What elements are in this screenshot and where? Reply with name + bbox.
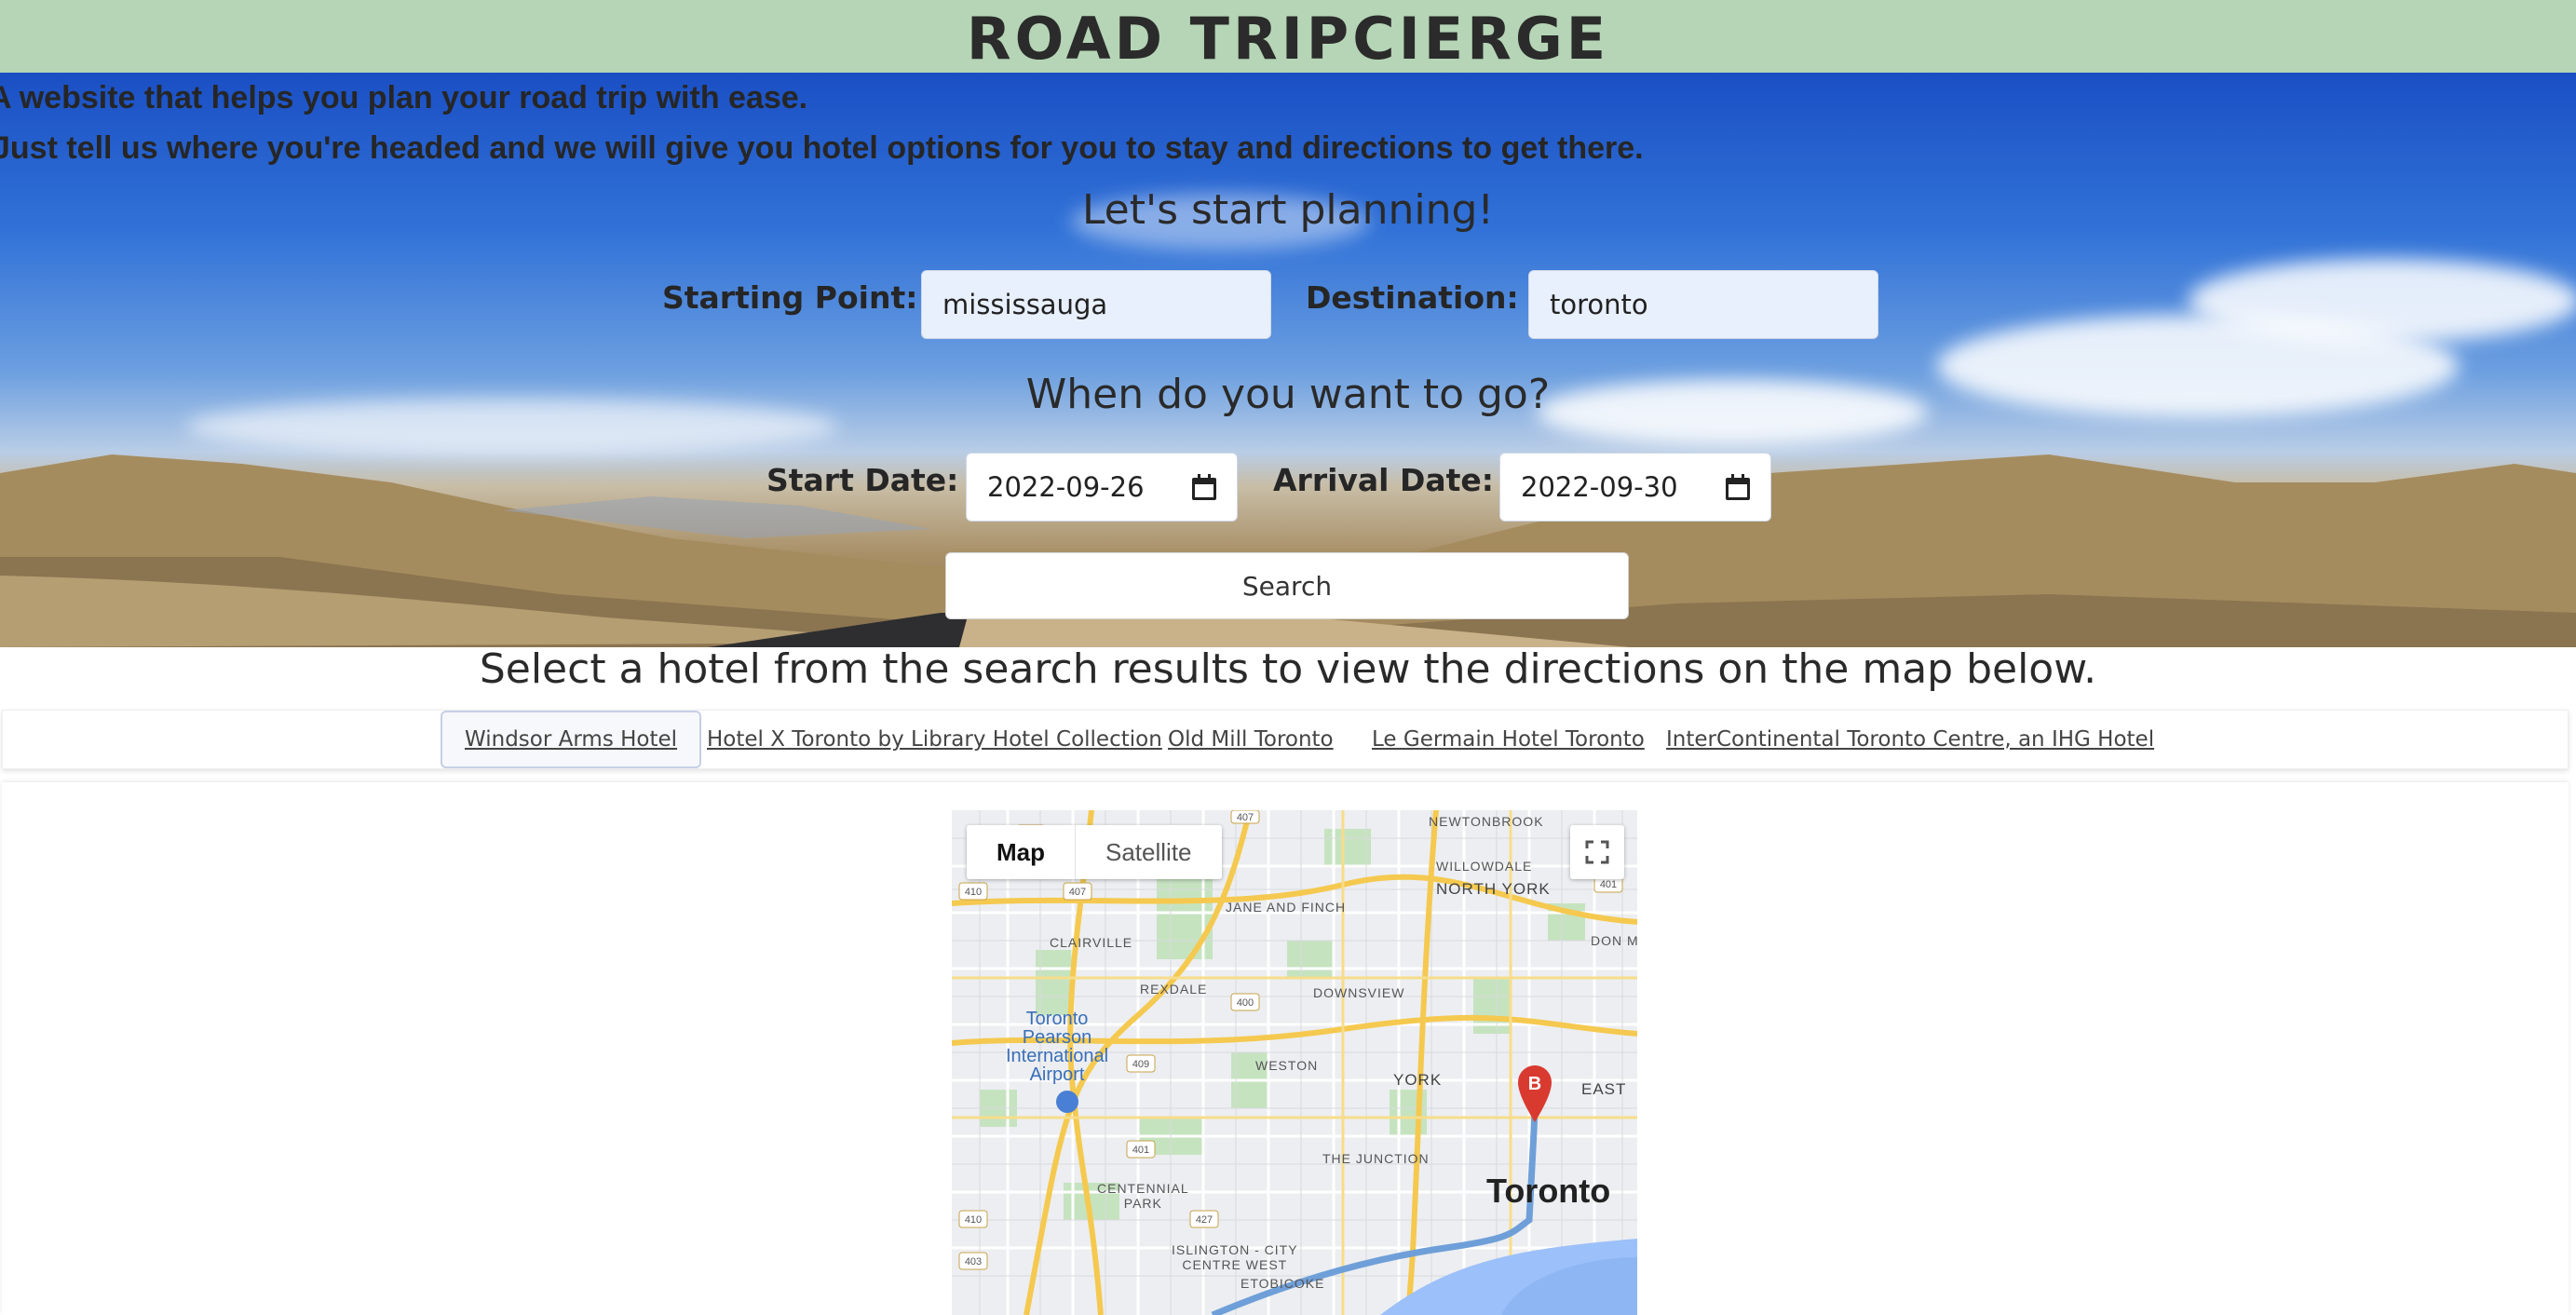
map-label-newtonbrook: NEWTONBROOK xyxy=(1429,814,1544,829)
destination-label: Destination: xyxy=(1306,279,1519,316)
fullscreen-button[interactable] xyxy=(1570,825,1624,879)
intro-line-1: A website that helps you plan your road … xyxy=(0,80,808,115)
map-label-downsview: DOWNSVIEW xyxy=(1313,985,1405,1000)
map-label-etobicoke: ETOBICOKE xyxy=(1241,1276,1325,1291)
start-date-value: 2022-09-26 xyxy=(987,471,1145,503)
hotel-results-tabs: Windsor Arms Hotel Hotel X Toronto by Li… xyxy=(2,710,2569,769)
site-header: ROAD TRIPCIERGE xyxy=(0,0,2576,73)
map-label-rexdale: REXDALE xyxy=(1140,982,1208,996)
hwy-407-label: 407 xyxy=(1237,812,1254,823)
map-label-airport: Toronto Pearson International Airport xyxy=(1006,1009,1109,1085)
map-label-east: EAST xyxy=(1581,1080,1627,1098)
hwy-427-label: 427 xyxy=(1196,1214,1213,1226)
destination-value: toronto xyxy=(1550,289,1648,320)
hotel-tab-intercontinental[interactable]: InterContinental Toronto Centre, an IHG … xyxy=(1666,711,2154,768)
hwy-401-label: 401 xyxy=(1600,879,1617,890)
map-label-york: YORK xyxy=(1393,1071,1443,1089)
marker-label: B xyxy=(1528,1074,1541,1094)
hwy-400-label: 400 xyxy=(1237,997,1254,1009)
destination-input[interactable]: toronto xyxy=(1528,270,1878,339)
start-date-label: Start Date: xyxy=(766,462,959,498)
map-label-north-york: NORTH YORK xyxy=(1436,880,1551,898)
map-label-the-junction: THE JUNCTION xyxy=(1322,1151,1430,1166)
hwy-409-label: 409 xyxy=(1132,1059,1149,1070)
calendar-icon[interactable] xyxy=(1192,474,1216,500)
map-label-weston: WESTON xyxy=(1255,1058,1319,1073)
map-label-don: DON M xyxy=(1591,933,1637,948)
map-type-satellite-button[interactable]: Satellite xyxy=(1076,825,1222,879)
map-label-toronto: Toronto xyxy=(1486,1172,1611,1210)
hwy-403-label: 403 xyxy=(965,1256,982,1268)
planning-heading: Let's start planning! xyxy=(1081,186,1495,234)
starting-point-label: Starting Point: xyxy=(662,279,918,316)
when-heading: When do you want to go? xyxy=(1025,371,1551,418)
starting-point-value: mississauga xyxy=(942,289,1108,320)
site-title: ROAD TRIPCIERGE xyxy=(966,5,1610,73)
intro-line-2: Just tell us where you're headed and we … xyxy=(0,130,1644,166)
hwy-401-label: 401 xyxy=(1132,1145,1149,1156)
starting-point-input[interactable]: mississauga xyxy=(921,270,1271,339)
airport-icon xyxy=(1056,1091,1078,1113)
directions-map[interactable]: B 407 407 400 50 409 401 427 410 410 403… xyxy=(952,810,1637,1315)
start-date-input[interactable]: 2022-09-26 xyxy=(966,453,1238,522)
select-hotel-message: Select a hotel from the search results t… xyxy=(479,645,2097,693)
map-type-control: Map Satellite xyxy=(967,825,1222,879)
map-label-willowdale: WILLOWDALE xyxy=(1436,859,1533,874)
hotel-tab-old-mill[interactable]: Old Mill Toronto xyxy=(1168,711,1334,768)
fullscreen-icon xyxy=(1585,840,1609,864)
hotel-tab-windsor-arms[interactable]: Windsor Arms Hotel xyxy=(441,711,702,768)
hwy-410-label: 410 xyxy=(965,887,982,898)
arrival-date-input[interactable]: 2022-09-30 xyxy=(1499,453,1771,522)
map-label-clairville: CLAIRVILLE xyxy=(1050,935,1133,950)
arrival-date-label: Arrival Date: xyxy=(1273,462,1494,498)
hotel-tab-le-germain[interactable]: Le Germain Hotel Toronto xyxy=(1372,711,1645,768)
map-label-islington: ISLINGTON - CITY CENTRE WEST xyxy=(1172,1242,1298,1272)
map-type-map-button[interactable]: Map xyxy=(967,825,1076,879)
search-button[interactable]: Search xyxy=(945,552,1629,619)
arrival-date-value: 2022-09-30 xyxy=(1521,471,1678,503)
map-label-centennial-park: CENTENNIAL PARK xyxy=(1097,1181,1189,1211)
hwy-407-label: 407 xyxy=(1069,887,1086,898)
map-label-jane-finch: JANE AND FINCH xyxy=(1226,900,1347,915)
hotel-tab-hotel-x[interactable]: Hotel X Toronto by Library Hotel Collect… xyxy=(707,711,1162,768)
hwy-410-label: 410 xyxy=(965,1214,982,1226)
calendar-icon[interactable] xyxy=(1726,474,1750,500)
